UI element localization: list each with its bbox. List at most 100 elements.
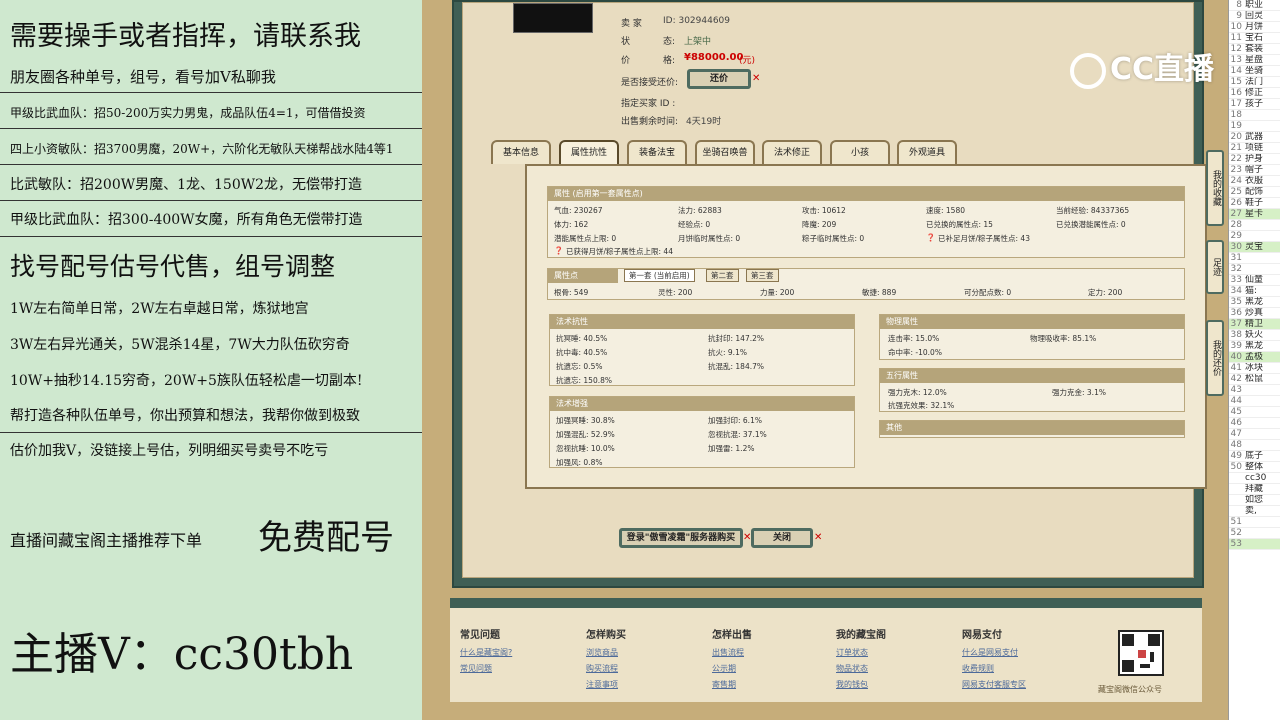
note-line: 35 黑龙 <box>1229 297 1280 308</box>
line-text: 整体 <box>1245 462 1264 472</box>
tab-equipment[interactable]: 装备法宝 <box>627 140 687 164</box>
promo-line: 找号配号估号代售，组号调整 <box>10 252 336 281</box>
note-line: 33 仙童 <box>1229 275 1280 286</box>
line-text: 修正 <box>1245 88 1264 98</box>
divider <box>0 200 422 201</box>
stat-cell: 根骨: 549 <box>554 288 589 297</box>
help-link[interactable]: 出售流程 <box>712 647 752 658</box>
tab-points-set-1[interactable]: 第一套 (当前启用) <box>624 269 695 282</box>
line-number: 48 <box>1230 440 1242 450</box>
stat-cell: 粽子临时属性点: 0 <box>802 234 865 243</box>
help-link[interactable]: 购买流程 <box>586 663 626 674</box>
seller-id: ID: 302944609 <box>663 16 731 26</box>
note-line: 如您 <box>1229 495 1280 506</box>
stat-cell: 抗遗忘: 0.5% <box>556 362 603 371</box>
help-link[interactable]: 注意事项 <box>586 679 626 690</box>
line-text: 月饼 <box>1245 22 1264 32</box>
stat-cell: 已兑换的属性点: 15 <box>926 220 993 229</box>
help-column: 怎样购买 浏览商品 购买流程 注意事项 <box>586 626 626 695</box>
footprint-button[interactable]: 足迹 <box>1206 240 1224 294</box>
note-line: 16 修正 <box>1229 88 1280 99</box>
help-icon[interactable]: ❓ <box>926 233 935 242</box>
note-line: 拜藏 <box>1229 484 1280 495</box>
help-icon[interactable]: ❓ <box>554 246 563 255</box>
line-text: 职业 <box>1245 0 1264 10</box>
stat-cell: 法力: 62883 <box>678 206 722 215</box>
stat-cell: 加强雷: 1.2% <box>708 444 755 453</box>
buy-on-server-button[interactable]: 登录"傲雪凌霜"服务器购买 <box>619 528 743 548</box>
help-link[interactable]: 什么是网易支付 <box>962 647 1026 658</box>
line-number: 42 <box>1230 374 1242 384</box>
side-notes-strip: 8 职业 9 回灵 10 月饼 11 宝石 12 套装 13 星盘 14 坐骑 15 法门 16 修正 17 孩子 18… <box>1228 0 1280 720</box>
line-number: 28 <box>1230 220 1242 230</box>
tab-points-set-2[interactable]: 第二套 <box>706 269 739 282</box>
help-column: 常见问题 什么是藏宝阁? 常见问题 <box>460 626 512 679</box>
note-line: 9 回灵 <box>1229 11 1280 22</box>
tab-attributes[interactable]: 属性抗性 <box>559 140 619 164</box>
note-line: 51 <box>1229 517 1280 528</box>
line-number: 18 <box>1230 110 1242 120</box>
qr-caption: 藏宝阁微信公众号 <box>1098 685 1162 694</box>
help-link[interactable]: 什么是藏宝阁? <box>460 647 512 658</box>
close-button[interactable]: 关闭 <box>751 528 813 548</box>
seller-label: 卖 家 <box>621 19 642 29</box>
help-link[interactable]: 我的钱包 <box>836 679 886 690</box>
note-line: 34 猫: <box>1229 286 1280 297</box>
line-text: 精卫 <box>1245 319 1264 329</box>
tab-children[interactable]: 小孩 <box>830 140 890 164</box>
note-line: 47 <box>1229 429 1280 440</box>
note-line: 14 坐骑 <box>1229 66 1280 77</box>
attribute-panel: 属性 (启用第一套属性点) 气血: 230267 法力: 62883 攻击: 1… <box>525 164 1207 489</box>
tab-basic-info[interactable]: 基本信息 <box>491 140 551 164</box>
line-text: 黑龙 <box>1245 341 1264 351</box>
line-number: 35 <box>1230 297 1242 307</box>
tab-mounts-pets[interactable]: 坐骑召唤兽 <box>695 140 755 164</box>
line-text: cc30 <box>1245 473 1267 483</box>
enhance-box: 法术增强 加强冥睡: 30.8% 加强封印: 6.1% 加强混乱: 52.9% … <box>549 396 855 468</box>
line-text: 冰块 <box>1245 363 1264 373</box>
help-link[interactable]: 网易支付客服专区 <box>962 679 1026 690</box>
help-column-title: 网易支付 <box>962 630 1002 641</box>
note-line: 12 套装 <box>1229 44 1280 55</box>
bargain-button[interactable]: 还价 <box>687 69 751 89</box>
line-text: 卖, <box>1245 506 1257 516</box>
attribute-box: 属性 (启用第一套属性点) 气血: 230267 法力: 62883 攻击: 1… <box>547 186 1185 258</box>
my-bargain-button[interactable]: 我的还价 <box>1206 320 1224 396</box>
tab-points-set-3[interactable]: 第三套 <box>746 269 779 282</box>
stat-cell: 命中率: -10.0% <box>888 348 942 357</box>
note-line: 20 武器 <box>1229 132 1280 143</box>
note-line: 38 妖火 <box>1229 330 1280 341</box>
line-number: 17 <box>1230 99 1242 109</box>
line-number: 23 <box>1230 165 1242 175</box>
help-link[interactable]: 浏览商品 <box>586 647 626 658</box>
help-link[interactable]: 物品状态 <box>836 663 886 674</box>
note-line: 44 <box>1229 396 1280 407</box>
line-text: 宝石 <box>1245 33 1264 43</box>
line-number: 39 <box>1230 341 1242 351</box>
favorites-button[interactable]: 我的收藏 <box>1206 150 1224 226</box>
help-column: 怎样出售 出售流程 公示期 寄售期 <box>712 626 752 695</box>
help-link[interactable]: 常见问题 <box>460 663 512 674</box>
line-number: 34 <box>1230 286 1242 296</box>
help-link[interactable]: 公示期 <box>712 663 752 674</box>
help-link[interactable]: 收费规则 <box>962 663 1026 674</box>
line-number: 15 <box>1230 77 1242 87</box>
line-text: 护身 <box>1245 154 1264 164</box>
help-link[interactable]: 订单状态 <box>836 647 886 658</box>
close-icon: ✕ <box>752 73 761 84</box>
tab-appearance[interactable]: 外观道具 <box>897 140 957 164</box>
help-link[interactable]: 寄售期 <box>712 679 752 690</box>
status-label: 状 <box>621 37 631 47</box>
note-line: 26 鞋子 <box>1229 198 1280 209</box>
price-value: ¥88000.00 <box>684 52 744 63</box>
help-column-title: 我的藏宝阁 <box>836 630 886 641</box>
points-box-title: 属性点 <box>548 269 618 283</box>
line-number: 10 <box>1230 22 1242 32</box>
tab-spell-correction[interactable]: 法术修正 <box>762 140 822 164</box>
physical-box: 物理属性 连击率: 15.0% 物理吸收率: 85.1% 命中率: -10.0% <box>879 314 1185 360</box>
line-number: 51 <box>1230 517 1242 527</box>
elements-box: 五行属性 强力克木: 12.0% 强力克金: 3.1% 抗强克效果: 32.1% <box>879 368 1185 412</box>
line-number: 9 <box>1236 11 1242 21</box>
stat-cell: 气血: 230267 <box>554 206 603 215</box>
stat-cell: 抗遗忘: 150.8% <box>556 376 613 385</box>
